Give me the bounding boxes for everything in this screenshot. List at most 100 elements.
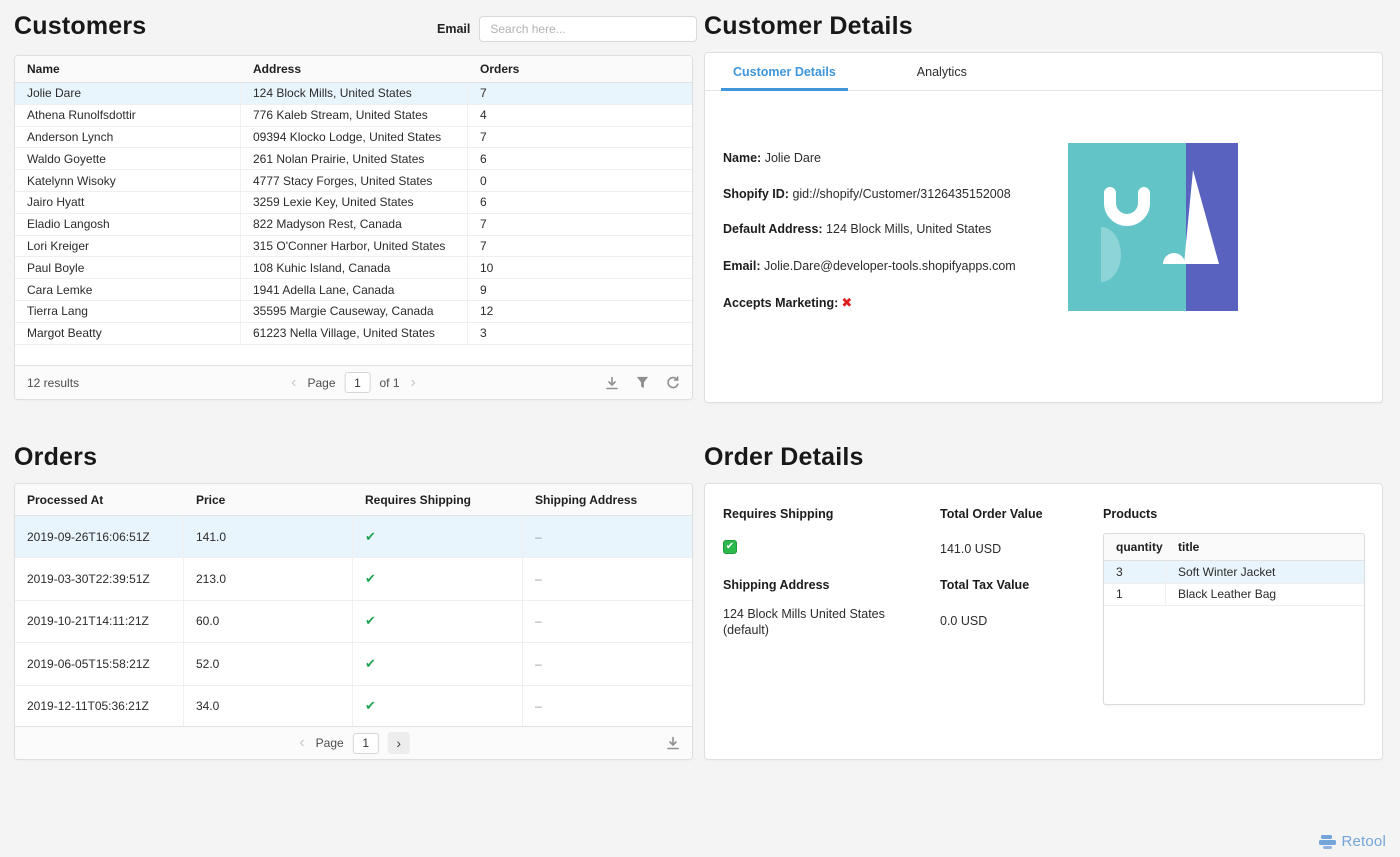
cell-name: Cara Lemke — [15, 279, 241, 300]
cell-processed-at: 2019-10-21T14:11:21Z — [15, 600, 184, 643]
tab-customer-details[interactable]: Customer Details — [721, 53, 848, 91]
email-search-label: Email — [437, 22, 471, 36]
customers-pager: ‹ Page of 1 › — [289, 372, 418, 393]
table-row[interactable]: Cara Lemke 1941 Adella Lane, Canada 9 — [15, 279, 692, 301]
cell-orders: 3 — [480, 326, 487, 341]
cell-orders: 6 — [480, 151, 487, 166]
table-row[interactable]: Waldo Goyette 261 Nolan Prairie, United S… — [15, 148, 692, 171]
cell-shipping-address: – — [535, 656, 542, 671]
cell-orders: 7 — [480, 129, 487, 144]
cell-name: Waldo Goyette — [15, 148, 241, 170]
cell-requires-shipping: ✔ — [353, 558, 523, 600]
cell-shipping-address: – — [535, 614, 542, 629]
table-row[interactable]: Jairo Hyatt 3259 Lexie Key, United States… — [15, 191, 692, 214]
column-header-price[interactable]: Price — [184, 493, 353, 507]
previous-page-icon[interactable]: ‹ — [297, 735, 306, 751]
table-row[interactable]: Eladio Langosh 822 Madyson Rest, Canada 7 — [15, 213, 692, 236]
cell-address: 315 O'Conner Harbor, United States — [241, 235, 468, 257]
table-row[interactable]: Tierra Lang 35595 Margie Causeway, Canada… — [15, 300, 692, 323]
order-details-content: Requires Shipping ✔ Shipping Address 124… — [705, 484, 1382, 759]
table-row[interactable]: 3 Soft Winter Jacket — [1104, 561, 1364, 584]
cell-shipping-address: – — [535, 572, 542, 587]
column-header-orders[interactable]: Orders — [468, 62, 692, 76]
table-row[interactable]: 2019-03-30T22:39:51Z 213.0 ✔ – — [15, 558, 692, 601]
cell-address: 3259 Lexie Key, United States — [241, 191, 468, 213]
customer-email-search: Email — [437, 16, 698, 42]
page-number-input[interactable] — [344, 372, 371, 393]
cell-orders: 4 — [480, 108, 487, 123]
previous-page-icon[interactable]: ‹ — [289, 374, 298, 391]
cell-title: Soft Winter Jacket — [1178, 564, 1276, 579]
page-label: Page — [315, 736, 344, 750]
customers-table-footer: 12 results ‹ Page of 1 › — [15, 365, 692, 399]
cell-name: Eladio Langosh — [15, 213, 241, 235]
retool-icon — [1319, 835, 1337, 849]
cell-address: 4777 Stacy Forges, United States — [241, 170, 468, 191]
cell-name: Jairo Hyatt — [15, 191, 241, 213]
cell-price: 141.0 — [184, 516, 353, 558]
table-row[interactable]: Margot Beatty 61223 Nella Village, United… — [15, 322, 692, 345]
field-name: Name: Jolie Dare — [723, 151, 821, 165]
tab-analytics[interactable]: Analytics — [890, 53, 994, 90]
customer-details-content: Name: Jolie Dare Shopify ID: gid://shopi… — [705, 91, 1382, 402]
order-details-panel: Requires Shipping ✔ Shipping Address 124… — [704, 483, 1383, 760]
cell-address: 822 Madyson Rest, Canada — [241, 213, 468, 235]
table-row[interactable]: 2019-12-11T05:36:21Z 34.0 ✔ – — [15, 685, 692, 726]
cell-address: 108 Kuhic Island, Canada — [241, 257, 468, 279]
products-table-body: 3 Soft Winter Jacket 1 Black Leather Bag — [1104, 561, 1364, 704]
order-details-title: Order Details — [704, 443, 864, 471]
download-icon[interactable] — [605, 376, 619, 390]
cell-name: Anderson Lynch — [15, 126, 241, 148]
table-row[interactable]: 1 Black Leather Bag — [1104, 583, 1364, 606]
download-icon[interactable] — [666, 736, 680, 750]
page-number-input[interactable] — [352, 732, 379, 754]
cell-orders: 10 — [480, 260, 494, 275]
column-header-quantity[interactable]: quantity — [1104, 540, 1166, 554]
table-row[interactable]: Athena Runolfsdottir 776 Kaleb Stream, Un… — [15, 104, 692, 127]
cell-name: Katelynn Wisoky — [15, 170, 241, 191]
email-search-input[interactable] — [479, 16, 698, 42]
column-header-processed-at[interactable]: Processed At — [15, 493, 184, 507]
retool-dashboard: Customers Email Name Address Orders Joli… — [0, 0, 1400, 857]
table-row[interactable]: 2019-06-05T15:58:21Z 52.0 ✔ – — [15, 643, 692, 686]
column-header-title[interactable]: title — [1166, 540, 1364, 554]
cell-name: Tierra Lang — [15, 300, 241, 322]
cell-price: 34.0 — [184, 685, 353, 726]
cell-address: 776 Kaleb Stream, United States — [241, 104, 468, 126]
cell-orders: 9 — [480, 282, 487, 297]
cell-name: Margot Beatty — [15, 322, 241, 344]
table-row[interactable]: Katelynn Wisoky 4777 Stacy Forges, United… — [15, 170, 692, 192]
cell-orders: 7 — [480, 217, 487, 232]
table-row[interactable]: 2019-10-21T14:11:21Z 60.0 ✔ – — [15, 600, 692, 644]
refresh-icon[interactable] — [666, 375, 680, 390]
column-header-name[interactable]: Name — [15, 62, 241, 76]
cell-address: 61223 Nella Village, United States — [241, 322, 468, 344]
cell-processed-at: 2019-06-05T15:58:21Z — [15, 643, 184, 685]
customers-title: Customers — [14, 12, 147, 40]
table-row[interactable]: 2019-09-26T16:06:51Z 141.0 ✔ – — [15, 516, 692, 559]
cell-price: 213.0 — [184, 558, 353, 600]
column-header-requires-shipping[interactable]: Requires Shipping — [353, 493, 523, 507]
cell-quantity: 1 — [1104, 583, 1166, 605]
column-header-shipping-address[interactable]: Shipping Address — [523, 493, 692, 507]
cell-address: 261 Nolan Prairie, United States — [241, 148, 468, 170]
retool-wordmark: Retool — [1341, 833, 1386, 850]
table-row[interactable]: Jolie Dare 124 Block Mills, United States… — [15, 83, 692, 105]
next-page-icon[interactable]: › — [387, 732, 410, 754]
total-tax-value-label: Total Tax Value — [940, 578, 1030, 592]
column-header-address[interactable]: Address — [241, 62, 468, 76]
customer-details-tabs: Customer Details Analytics — [705, 53, 1382, 91]
next-page-icon[interactable]: › — [409, 374, 418, 391]
table-row[interactable]: Lori Kreiger 315 O'Conner Harbor, United … — [15, 235, 692, 258]
cell-shipping-address: – — [535, 699, 542, 714]
retool-logo[interactable]: Retool — [1319, 833, 1386, 850]
cell-name: Jolie Dare — [15, 83, 241, 104]
filter-icon[interactable] — [636, 376, 649, 389]
table-row[interactable]: Anderson Lynch 09394 Klocko Lodge, United… — [15, 126, 692, 149]
table-row[interactable]: Paul Boyle 108 Kuhic Island, Canada 10 — [15, 257, 692, 280]
orders-table-footer: ‹ Page › — [15, 726, 692, 759]
customers-table-header: Name Address Orders — [15, 56, 692, 83]
field-shopify-id: Shopify ID: gid://shopify/Customer/31264… — [723, 187, 1011, 201]
cell-name: Athena Runolfsdottir — [15, 104, 241, 126]
cross-mark-icon: ✖ — [841, 295, 853, 310]
